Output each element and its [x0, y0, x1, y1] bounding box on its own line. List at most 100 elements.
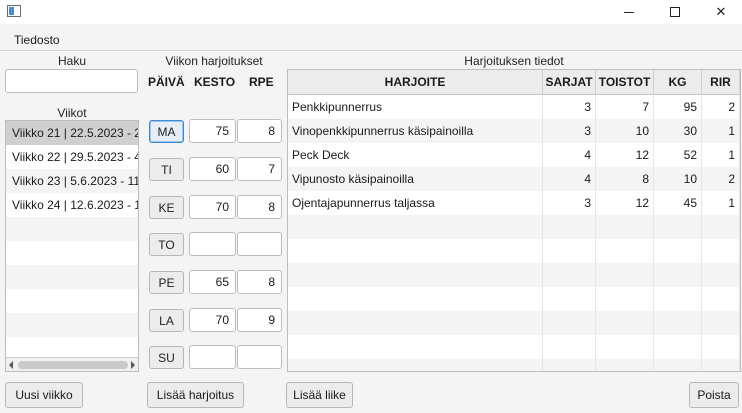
scroll-right-icon[interactable] — [131, 361, 135, 369]
empty-cell — [543, 287, 596, 311]
empty-cell — [596, 335, 654, 359]
sets-cell: 4 — [543, 143, 596, 167]
duration-field[interactable]: 75 — [189, 119, 236, 143]
week-item[interactable]: Viikko 22 | 29.5.2023 - 4.6.2023 — [6, 145, 138, 169]
sets-cell: 3 — [543, 95, 596, 119]
new-week-button[interactable]: Uusi viikko — [5, 382, 83, 408]
empty-cell — [543, 359, 596, 371]
workout-details-label: Harjoituksen tiedot — [464, 54, 564, 68]
table-row[interactable]: Vipunosto käsipainoilla 4 8 10 2 — [288, 167, 740, 191]
rir-cell: 1 — [702, 119, 740, 143]
empty-cell — [654, 287, 702, 311]
table-row[interactable]: Penkkipunnerrus 3 7 95 2 — [288, 95, 740, 119]
week-item[interactable]: Viikko 23 | 5.6.2023 - 11.6.2023 — [6, 169, 138, 193]
exercise-name-cell: Vinopenkkipunnerrus käsipainoilla — [288, 119, 543, 143]
day-button-pe[interactable]: PE — [149, 271, 184, 294]
empty-table-row — [288, 287, 740, 311]
empty-list-row — [6, 241, 138, 265]
empty-cell — [543, 311, 596, 335]
menu-file[interactable]: Tiedosto — [14, 33, 60, 47]
table-header: HARJOITE SARJAT TOISTOT KG RIR — [288, 70, 740, 95]
rpe-field[interactable]: 9 — [237, 308, 282, 332]
duration-field[interactable]: 60 — [189, 157, 236, 181]
rpe-field[interactable]: 8 — [237, 195, 282, 219]
empty-cell — [288, 335, 543, 359]
search-input[interactable] — [5, 69, 138, 93]
rpe-field[interactable]: 8 — [237, 270, 282, 294]
day-button-la[interactable]: LA — [149, 309, 184, 332]
close-button[interactable]: ✕ — [698, 0, 742, 24]
sets-cell: 4 — [543, 167, 596, 191]
menu-divider — [0, 50, 742, 51]
add-workout-button[interactable]: Lisää harjoitus — [147, 382, 244, 408]
empty-cell — [654, 263, 702, 287]
rpe-field[interactable]: 8 — [237, 119, 282, 143]
empty-list-row — [6, 313, 138, 337]
delete-button[interactable]: Poista — [689, 382, 739, 408]
empty-table-row — [288, 239, 740, 263]
column-header-rir[interactable]: RIR — [702, 70, 740, 95]
scroll-thumb[interactable] — [18, 361, 128, 369]
kg-cell: 45 — [654, 191, 702, 215]
rpe-field[interactable]: 7 — [237, 157, 282, 181]
week-workouts-label: Viikon harjoitukset — [165, 54, 263, 68]
empty-table-row — [288, 215, 740, 239]
scroll-left-icon[interactable] — [9, 361, 13, 369]
reps-cell: 10 — [596, 119, 654, 143]
rir-cell: 2 — [702, 95, 740, 119]
week-item[interactable]: Viikko 24 | 12.6.2023 - 18.6.2023 — [6, 193, 138, 217]
table-row[interactable]: Vinopenkkipunnerrus käsipainoilla 3 10 3… — [288, 119, 740, 143]
day-button-ma[interactable]: MA — [149, 120, 184, 143]
close-icon: ✕ — [715, 4, 727, 20]
minimize-icon — [624, 11, 634, 13]
column-header-sets[interactable]: SARJAT — [543, 70, 596, 95]
table-row[interactable]: Peck Deck 4 12 52 1 — [288, 143, 740, 167]
title-bar: ✕ — [0, 0, 742, 24]
empty-table-row — [288, 335, 740, 359]
empty-cell — [288, 359, 543, 371]
duration-field[interactable]: 65 — [189, 270, 236, 294]
empty-cell — [702, 287, 740, 311]
duration-field[interactable]: 70 — [189, 308, 236, 332]
minimize-button[interactable] — [606, 0, 652, 24]
exercise-name-cell: Vipunosto käsipainoilla — [288, 167, 543, 191]
table-row[interactable]: Ojentajapunnerrus taljassa 3 12 45 1 — [288, 191, 740, 215]
empty-cell — [654, 239, 702, 263]
week-item[interactable]: Viikko 21 | 22.5.2023 - 28.5.2023 — [6, 121, 138, 145]
reps-cell: 12 — [596, 191, 654, 215]
column-header-kg[interactable]: KG — [654, 70, 702, 95]
empty-cell — [654, 311, 702, 335]
day-button-ke[interactable]: KE — [149, 196, 184, 219]
day-button-to[interactable]: TO — [149, 233, 184, 256]
kg-cell: 30 — [654, 119, 702, 143]
maximize-button[interactable] — [652, 0, 698, 24]
empty-cell — [543, 215, 596, 239]
column-header-reps[interactable]: TOISTOT — [596, 70, 654, 95]
exercise-table[interactable]: HARJOITE SARJAT TOISTOT KG RIR Penkkipun… — [287, 69, 741, 372]
empty-cell — [702, 215, 740, 239]
day-button-su[interactable]: SU — [149, 346, 184, 369]
weeks-list[interactable]: Viikko 21 | 22.5.2023 - 28.5.2023 Viikko… — [5, 120, 139, 372]
rir-cell: 1 — [702, 191, 740, 215]
rpe-field[interactable] — [237, 232, 282, 256]
empty-cell — [288, 215, 543, 239]
exercise-name-cell: Penkkipunnerrus — [288, 95, 543, 119]
empty-cell — [702, 359, 740, 371]
duration-field[interactable] — [189, 232, 236, 256]
empty-list-row — [6, 265, 138, 289]
rpe-field[interactable] — [237, 345, 282, 369]
empty-list-row — [6, 217, 138, 241]
column-header-exercise[interactable]: HARJOITE — [288, 70, 543, 95]
empty-cell — [654, 359, 702, 371]
horizontal-scrollbar[interactable] — [6, 357, 138, 371]
reps-cell: 12 — [596, 143, 654, 167]
empty-cell — [288, 239, 543, 263]
empty-cell — [596, 263, 654, 287]
add-move-button[interactable]: Lisää liike — [286, 382, 353, 408]
duration-field[interactable] — [189, 345, 236, 369]
duration-field[interactable]: 70 — [189, 195, 236, 219]
empty-cell — [654, 335, 702, 359]
rir-cell: 1 — [702, 143, 740, 167]
day-button-ti[interactable]: TI — [149, 158, 184, 181]
app-icon — [7, 5, 21, 17]
